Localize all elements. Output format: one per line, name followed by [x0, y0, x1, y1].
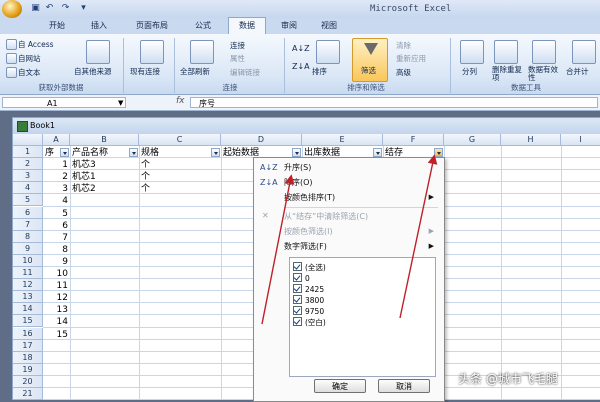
annotation-arrows — [261, 154, 438, 325]
annotation-arrow-to-dropdown — [399, 154, 438, 319]
annotation-arrow-to-ascending — [261, 174, 295, 325]
watermark: 头条 @城市飞毛腿 — [458, 372, 558, 386]
